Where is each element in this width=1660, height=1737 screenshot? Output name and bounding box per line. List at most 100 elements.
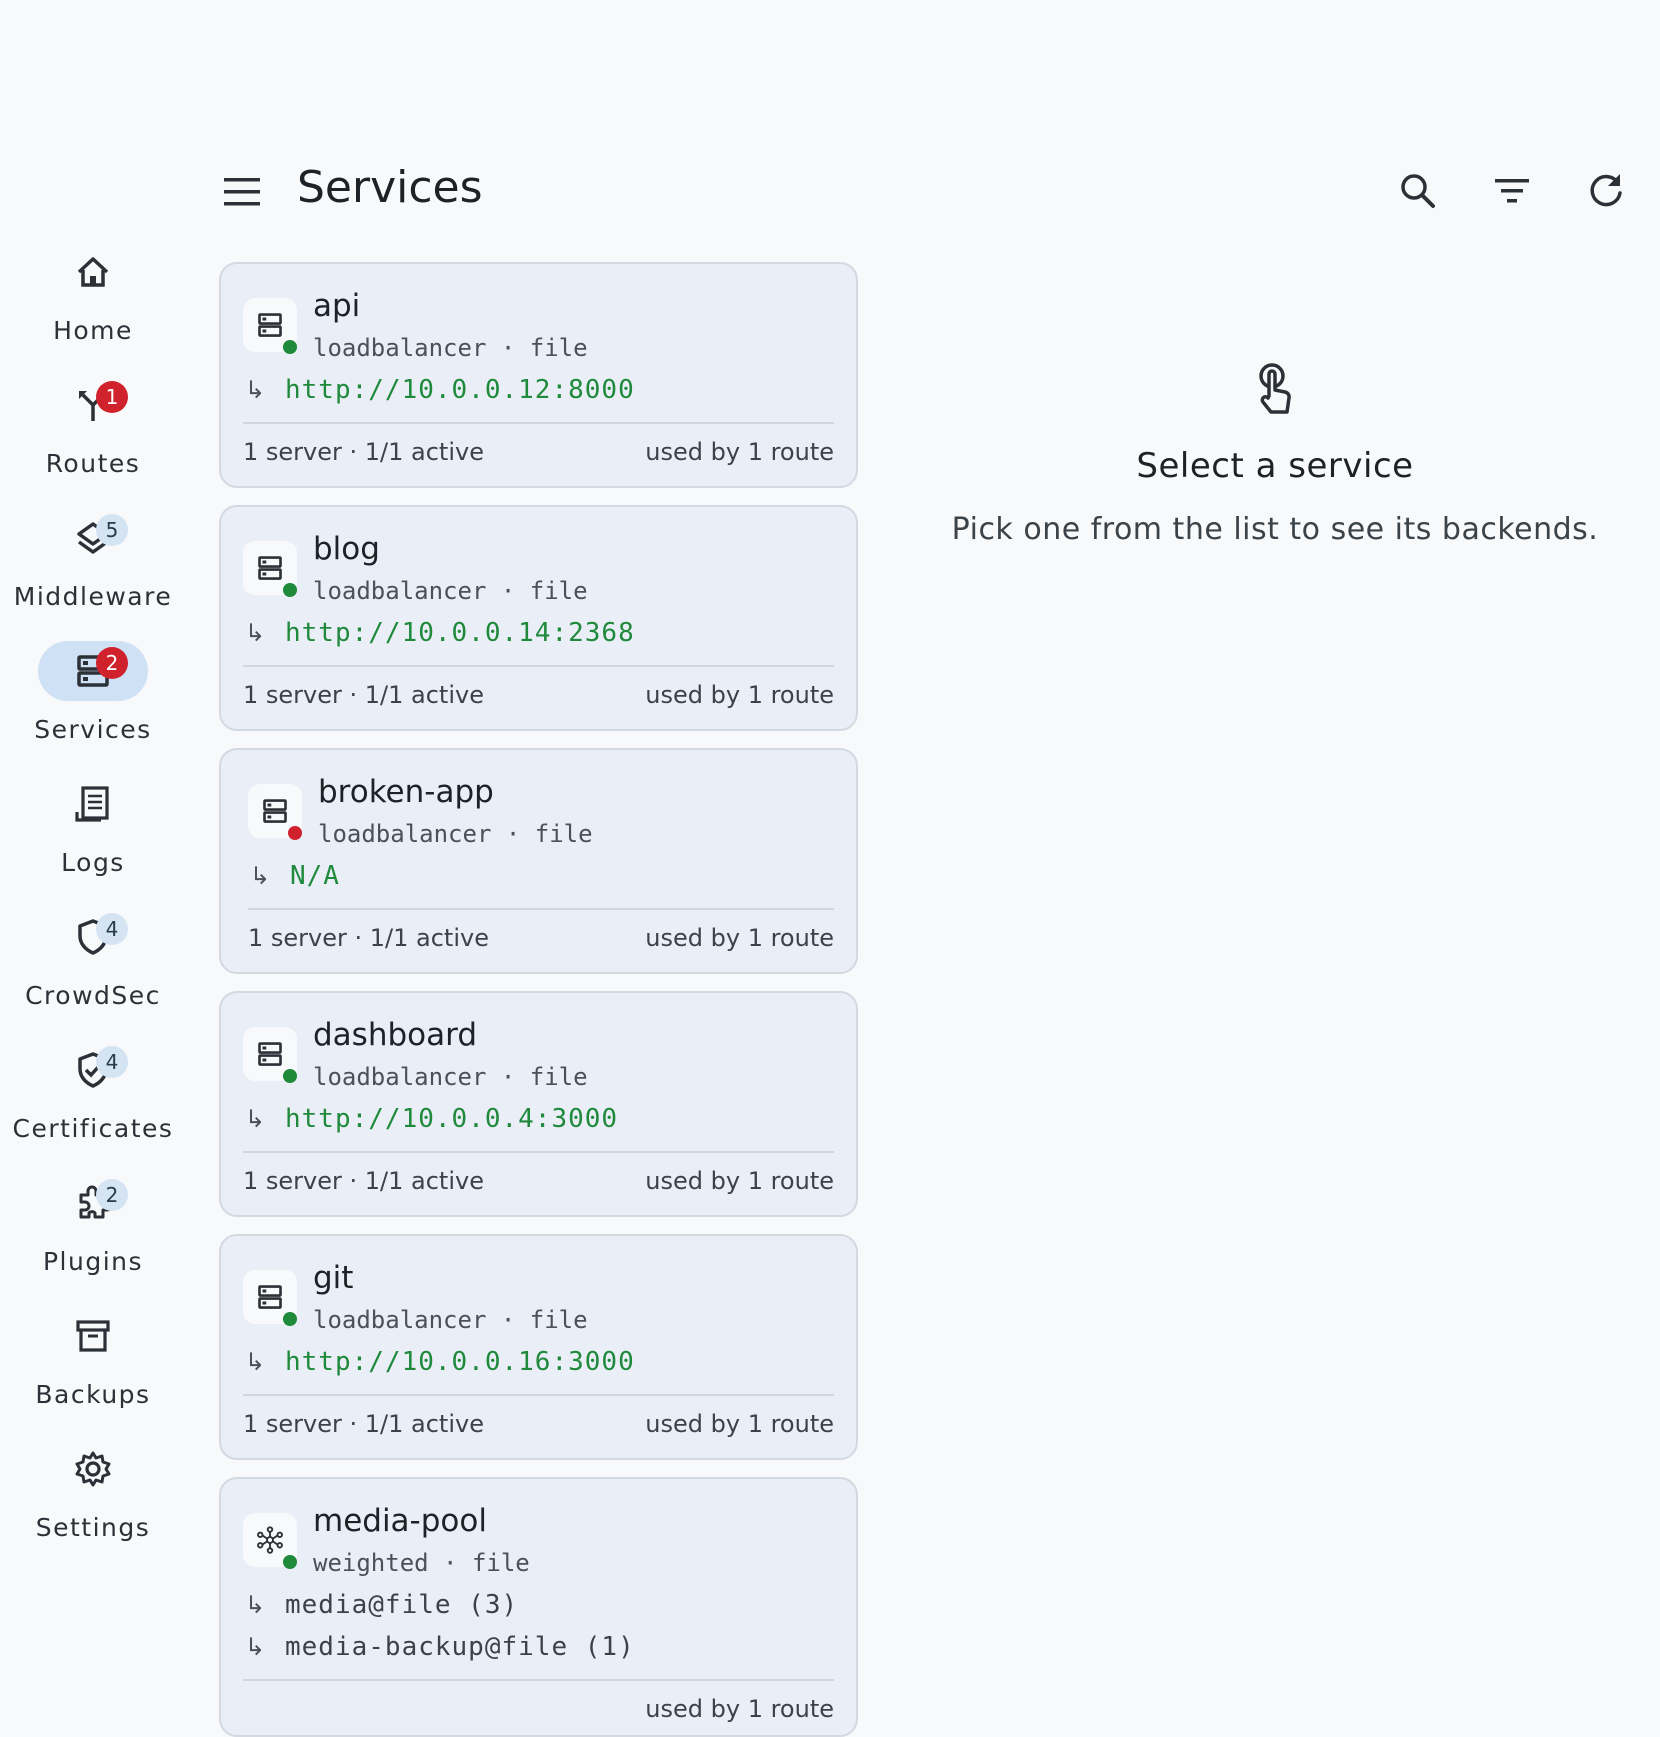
target-url: http://10.0.0.14:2368 — [285, 618, 635, 648]
service-name: git — [313, 1260, 354, 1296]
empty-state-subtitle: Pick one from the list to see its backen… — [951, 512, 1599, 547]
service-name: blog — [313, 531, 380, 567]
subdirectory-arrow-icon: ↳ — [245, 1633, 266, 1661]
empty-state: Select a service Pick one from the list … — [930, 360, 1620, 547]
nav-item-settings[interactable]: Settings — [0, 1429, 186, 1549]
nav-item-logs[interactable]: Logs — [0, 764, 186, 884]
service-card-media-pool[interactable]: media-pool weighted · file ↳ media@file … — [219, 1477, 858, 1737]
services-badge: 2 — [96, 647, 128, 679]
nav-icon-container — [38, 242, 148, 302]
service-target: ↳ http://10.0.0.4:3000 — [245, 1101, 618, 1137]
nav-item-backups[interactable]: Backups — [0, 1296, 186, 1416]
subdirectory-arrow-icon: ↳ — [245, 1105, 266, 1133]
card-divider — [243, 1394, 834, 1396]
nav-item-routes[interactable]: 1 Routes — [0, 365, 186, 485]
search-button[interactable] — [1393, 166, 1443, 216]
nav-label-routes: Routes — [45, 449, 141, 478]
nav-item-certificates[interactable]: 4 Certificates — [0, 1030, 186, 1150]
nav-item-plugins[interactable]: 2 Plugins — [0, 1163, 186, 1283]
nav-icon-container — [38, 774, 148, 834]
target-url: http://10.0.0.12:8000 — [285, 375, 635, 405]
service-name: dashboard — [313, 1017, 477, 1053]
service-card-blog[interactable]: blog loadbalancer · file ↳ http://10.0.0… — [219, 505, 858, 731]
menu-button[interactable] — [220, 172, 266, 212]
server-icon — [258, 556, 282, 580]
server-icon — [258, 1042, 282, 1066]
nav-icon-container: 4 — [38, 1040, 148, 1100]
subdirectory-arrow-icon: ↳ — [245, 376, 266, 404]
nav-label-services: Services — [34, 715, 152, 744]
service-target: ↳ N/A — [250, 858, 340, 894]
status-dot-ok — [283, 583, 297, 597]
service-target: ↳ http://10.0.0.14:2368 — [245, 615, 635, 651]
empty-state-title: Select a service — [1136, 446, 1414, 486]
touch-icon — [1259, 363, 1291, 414]
filter-button[interactable] — [1487, 166, 1537, 216]
nav-label-logs: Logs — [61, 848, 125, 877]
hub-icon — [257, 1526, 283, 1554]
nav-icon-container — [38, 1306, 148, 1366]
nav-label-settings: Settings — [35, 1513, 151, 1542]
service-meta: loadbalancer · file — [313, 577, 588, 605]
service-meta: weighted · file — [313, 1549, 530, 1577]
nav-label-certificates: Certificates — [12, 1114, 174, 1143]
card-divider — [248, 908, 834, 910]
used-by: used by 1 route — [645, 681, 834, 709]
menu-icon — [224, 178, 260, 206]
subdirectory-arrow-icon: ↳ — [245, 1348, 266, 1376]
service-card-broken-app[interactable]: broken-app loadbalancer · file ↳ N/A 1 s… — [219, 748, 858, 974]
card-divider — [243, 1679, 834, 1681]
page-title: Services — [297, 162, 483, 213]
crowdsec-badge: 4 — [96, 913, 128, 945]
server-icon — [258, 1285, 282, 1309]
refresh-icon — [1590, 174, 1622, 207]
nav-icon-container — [38, 1439, 148, 1499]
card-divider — [243, 1151, 834, 1153]
status-dot-ok — [283, 1312, 297, 1326]
nav-icon-container: 4 — [38, 907, 148, 967]
nav-item-services[interactable]: 2 Services — [0, 631, 186, 751]
nav-item-crowdsec[interactable]: 4 CrowdSec — [0, 897, 186, 1017]
nav-label-crowdsec: CrowdSec — [25, 981, 161, 1010]
nav-label-plugins: Plugins — [42, 1247, 144, 1276]
nav-icon-container: 2 — [38, 1173, 148, 1233]
server-count: 1 server · 1/1 active — [243, 1167, 484, 1195]
filter-icon — [1495, 179, 1529, 203]
status-dot-ok — [283, 340, 297, 354]
nav-icon-container: 2 — [38, 641, 148, 701]
status-dot-error — [288, 826, 302, 840]
service-card-dashboard[interactable]: dashboard loadbalancer · file ↳ http://1… — [219, 991, 858, 1217]
service-card-git[interactable]: git loadbalancer · file ↳ http://10.0.0.… — [219, 1234, 858, 1460]
service-meta: loadbalancer · file — [313, 1306, 588, 1334]
nav-item-middleware[interactable]: 5 Middleware — [0, 498, 186, 618]
home-icon — [77, 257, 109, 287]
service-meta: loadbalancer · file — [313, 334, 588, 362]
middleware-badge: 5 — [96, 514, 128, 546]
nav-label-home: Home — [53, 316, 133, 345]
service-meta: loadbalancer · file — [313, 1063, 588, 1091]
server-count: 1 server · 1/1 active — [248, 924, 489, 952]
service-target: ↳ http://10.0.0.12:8000 — [245, 372, 635, 408]
server-count: 1 server · 1/1 active — [243, 681, 484, 709]
service-name: api — [313, 288, 361, 324]
logs-icon — [75, 786, 109, 822]
target-url: N/A — [290, 861, 340, 891]
subdirectory-arrow-icon: ↳ — [245, 1591, 266, 1619]
nav-label-backups: Backups — [35, 1380, 151, 1409]
service-card-api[interactable]: api loadbalancer · file ↳ http://10.0.0.… — [219, 262, 858, 488]
certificates-badge: 4 — [96, 1046, 128, 1078]
nav-item-home[interactable]: Home — [0, 232, 186, 352]
nav-label-middleware: Middleware — [13, 582, 173, 611]
card-divider — [243, 665, 834, 667]
used-by: used by 1 route — [645, 1695, 834, 1723]
refresh-button[interactable] — [1581, 166, 1631, 216]
service-name: broken-app — [318, 774, 494, 810]
target-name: media@file (3) — [285, 1590, 519, 1620]
used-by: used by 1 route — [645, 438, 834, 466]
server-icon — [263, 799, 287, 823]
service-target: ↳ media-backup@file (1) — [245, 1629, 635, 1665]
service-meta: loadbalancer · file — [318, 820, 593, 848]
plugins-badge: 2 — [96, 1179, 128, 1211]
used-by: used by 1 route — [645, 1410, 834, 1438]
card-divider — [243, 422, 834, 424]
